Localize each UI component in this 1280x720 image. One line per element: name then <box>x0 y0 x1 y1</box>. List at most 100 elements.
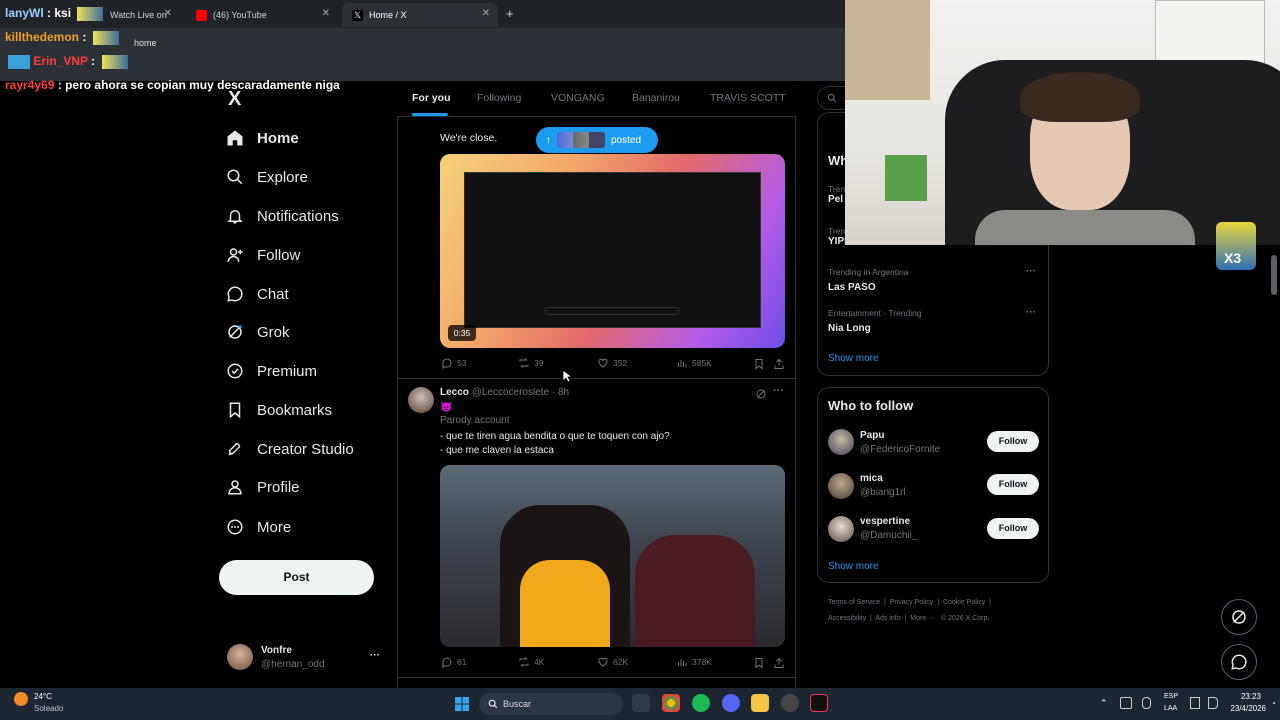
close-icon[interactable]: ✕ <box>322 8 330 19</box>
divider <box>398 677 795 678</box>
search-box[interactable] <box>817 86 847 110</box>
reply-button[interactable]: 61 <box>441 656 466 668</box>
weather-temp[interactable]: 24°C <box>34 692 52 701</box>
grok-tweet-icon[interactable] <box>755 387 767 405</box>
nav-grok[interactable]: Grok <box>226 319 290 345</box>
tab-bananirou[interactable]: Bananirou <box>632 92 680 104</box>
trends-show-more[interactable]: Show more <box>828 353 879 364</box>
nav-chat[interactable]: Chat <box>226 281 289 307</box>
reply-icon <box>442 657 452 668</box>
repost-count: 39 <box>534 358 544 368</box>
nav-bookmarks[interactable]: Bookmarks <box>226 397 332 423</box>
messages-float-button[interactable] <box>1221 644 1257 680</box>
footer-link[interactable]: Cookie Policy <box>943 599 985 606</box>
user-avatar[interactable] <box>828 516 854 542</box>
views-button[interactable]: 585K <box>676 357 712 369</box>
user-handle: @Damuchii_ <box>860 530 918 541</box>
chat-message: rayr4y69 : pero ahora se copian muy desc… <box>5 78 340 92</box>
bookmark-tweet-icon[interactable] <box>753 357 765 375</box>
tab-x-home[interactable]: 𝕏 Home / X ✕ <box>342 3 498 27</box>
footer-link[interactable]: Accessibility <box>828 615 866 622</box>
language-code[interactable]: ESP <box>1164 693 1178 700</box>
tab-label: (46) YouTube <box>213 10 267 20</box>
tab-for-you[interactable]: For you <box>412 92 451 104</box>
app-icon[interactable] <box>781 694 799 712</box>
repost-button[interactable]: 39 <box>518 357 543 369</box>
repost-button[interactable]: 4K <box>518 656 544 668</box>
account-avatar[interactable] <box>227 644 253 670</box>
new-posts-pill[interactable]: ↑ posted <box>536 127 658 153</box>
volume-icon[interactable] <box>1208 697 1218 709</box>
follow-button[interactable]: Follow <box>987 474 1039 495</box>
nav-explore[interactable]: Explore <box>226 164 308 190</box>
nav-follow[interactable]: Follow <box>226 242 300 268</box>
follow-show-more[interactable]: Show more <box>828 561 879 572</box>
bookmark-tweet-icon[interactable] <box>753 656 765 674</box>
trend-more-icon[interactable]: ··· <box>1026 307 1036 318</box>
follow-button[interactable]: Follow <box>987 518 1039 539</box>
address-bar[interactable]: home <box>100 34 700 52</box>
windows-start-icon[interactable] <box>455 697 470 717</box>
footer-link[interactable]: Ads info <box>875 615 900 622</box>
task-view-icon[interactable] <box>632 694 650 712</box>
nav-notifications[interactable]: Notifications <box>226 203 339 229</box>
like-button[interactable]: 352 <box>597 357 627 369</box>
x-logo-icon[interactable]: X <box>228 88 241 111</box>
tweet-author-name[interactable]: Lecco <box>440 387 469 398</box>
repost-icon <box>519 657 529 667</box>
like-button[interactable]: 62K <box>597 656 628 668</box>
trend-item[interactable]: Trending in Argentina Las PASO <box>828 267 909 293</box>
follow-button[interactable]: Follow <box>987 431 1039 452</box>
close-icon[interactable]: ✕ <box>482 8 490 19</box>
footer-link[interactable]: Privacy Policy <box>890 599 934 606</box>
spotify-icon[interactable] <box>692 694 710 712</box>
clock-date: 23/4/2026 <box>1230 704 1266 713</box>
file-explorer-icon[interactable] <box>751 694 769 712</box>
tab-vongang[interactable]: VONGANG <box>551 92 605 104</box>
tab-travis-scott[interactable]: TRAVIS SCOTT <box>710 92 786 104</box>
nav-creator-studio[interactable]: Creator Studio <box>226 436 354 462</box>
user-avatar[interactable] <box>828 429 854 455</box>
tweet-video[interactable]: 0:35 <box>440 154 785 348</box>
tiktok-icon[interactable] <box>810 694 828 712</box>
wifi-icon[interactable] <box>1190 697 1200 709</box>
user-name[interactable]: vespertine <box>860 516 910 527</box>
page-scrollbar[interactable] <box>1271 255 1277 295</box>
tweet-avatar[interactable] <box>408 387 434 413</box>
reply-button[interactable]: 53 <box>441 357 466 369</box>
tray-chevron-icon[interactable]: ⌃ <box>1100 698 1108 709</box>
notification-bell-icon[interactable]: ◔ <box>1271 699 1276 708</box>
trend-more-icon[interactable]: ··· <box>1026 266 1036 277</box>
trend-item[interactable]: Tren Pel <box>828 184 845 205</box>
tweet-author-handle[interactable]: @Leccoceroslete <box>472 387 549 398</box>
user-name[interactable]: Papu <box>860 430 884 441</box>
tab-youtube[interactable]: (46) YouTube ✕ <box>186 3 338 27</box>
microphone-icon[interactable] <box>1142 697 1151 709</box>
tweet-image[interactable] <box>440 465 785 647</box>
clock-time[interactable]: 23:23 <box>1229 692 1261 701</box>
tab-following[interactable]: Following <box>477 92 521 104</box>
nav-home[interactable]: Home <box>226 125 299 151</box>
tweet-time[interactable]: · 8h <box>552 387 569 398</box>
discord-icon[interactable] <box>722 694 740 712</box>
network-icon[interactable] <box>1120 697 1132 709</box>
chrome-icon[interactable] <box>662 694 680 712</box>
user-name[interactable]: mica <box>860 473 883 484</box>
share-icon[interactable] <box>773 357 785 375</box>
new-tab-icon[interactable]: + <box>506 6 514 21</box>
post-button[interactable]: Post <box>219 560 374 595</box>
nav-more[interactable]: More <box>226 514 291 540</box>
footer-link[interactable]: Terms of Service <box>828 599 880 606</box>
account-more-button[interactable]: ··· <box>370 650 380 661</box>
nav-premium[interactable]: Premium <box>226 358 317 384</box>
grok-float-button[interactable] <box>1221 599 1257 635</box>
views-button[interactable]: 378K <box>676 656 712 668</box>
trend-item[interactable]: Entertainment · Trending Nia Long <box>828 308 922 334</box>
close-icon[interactable]: ✕ <box>164 8 172 19</box>
footer-link[interactable]: More ··· <box>910 615 935 622</box>
tweet-more-icon[interactable]: ··· <box>773 385 784 397</box>
user-avatar[interactable] <box>828 473 854 499</box>
taskbar-search[interactable]: Buscar <box>479 693 623 715</box>
nav-profile[interactable]: Profile <box>226 474 300 500</box>
share-icon[interactable] <box>773 656 785 674</box>
